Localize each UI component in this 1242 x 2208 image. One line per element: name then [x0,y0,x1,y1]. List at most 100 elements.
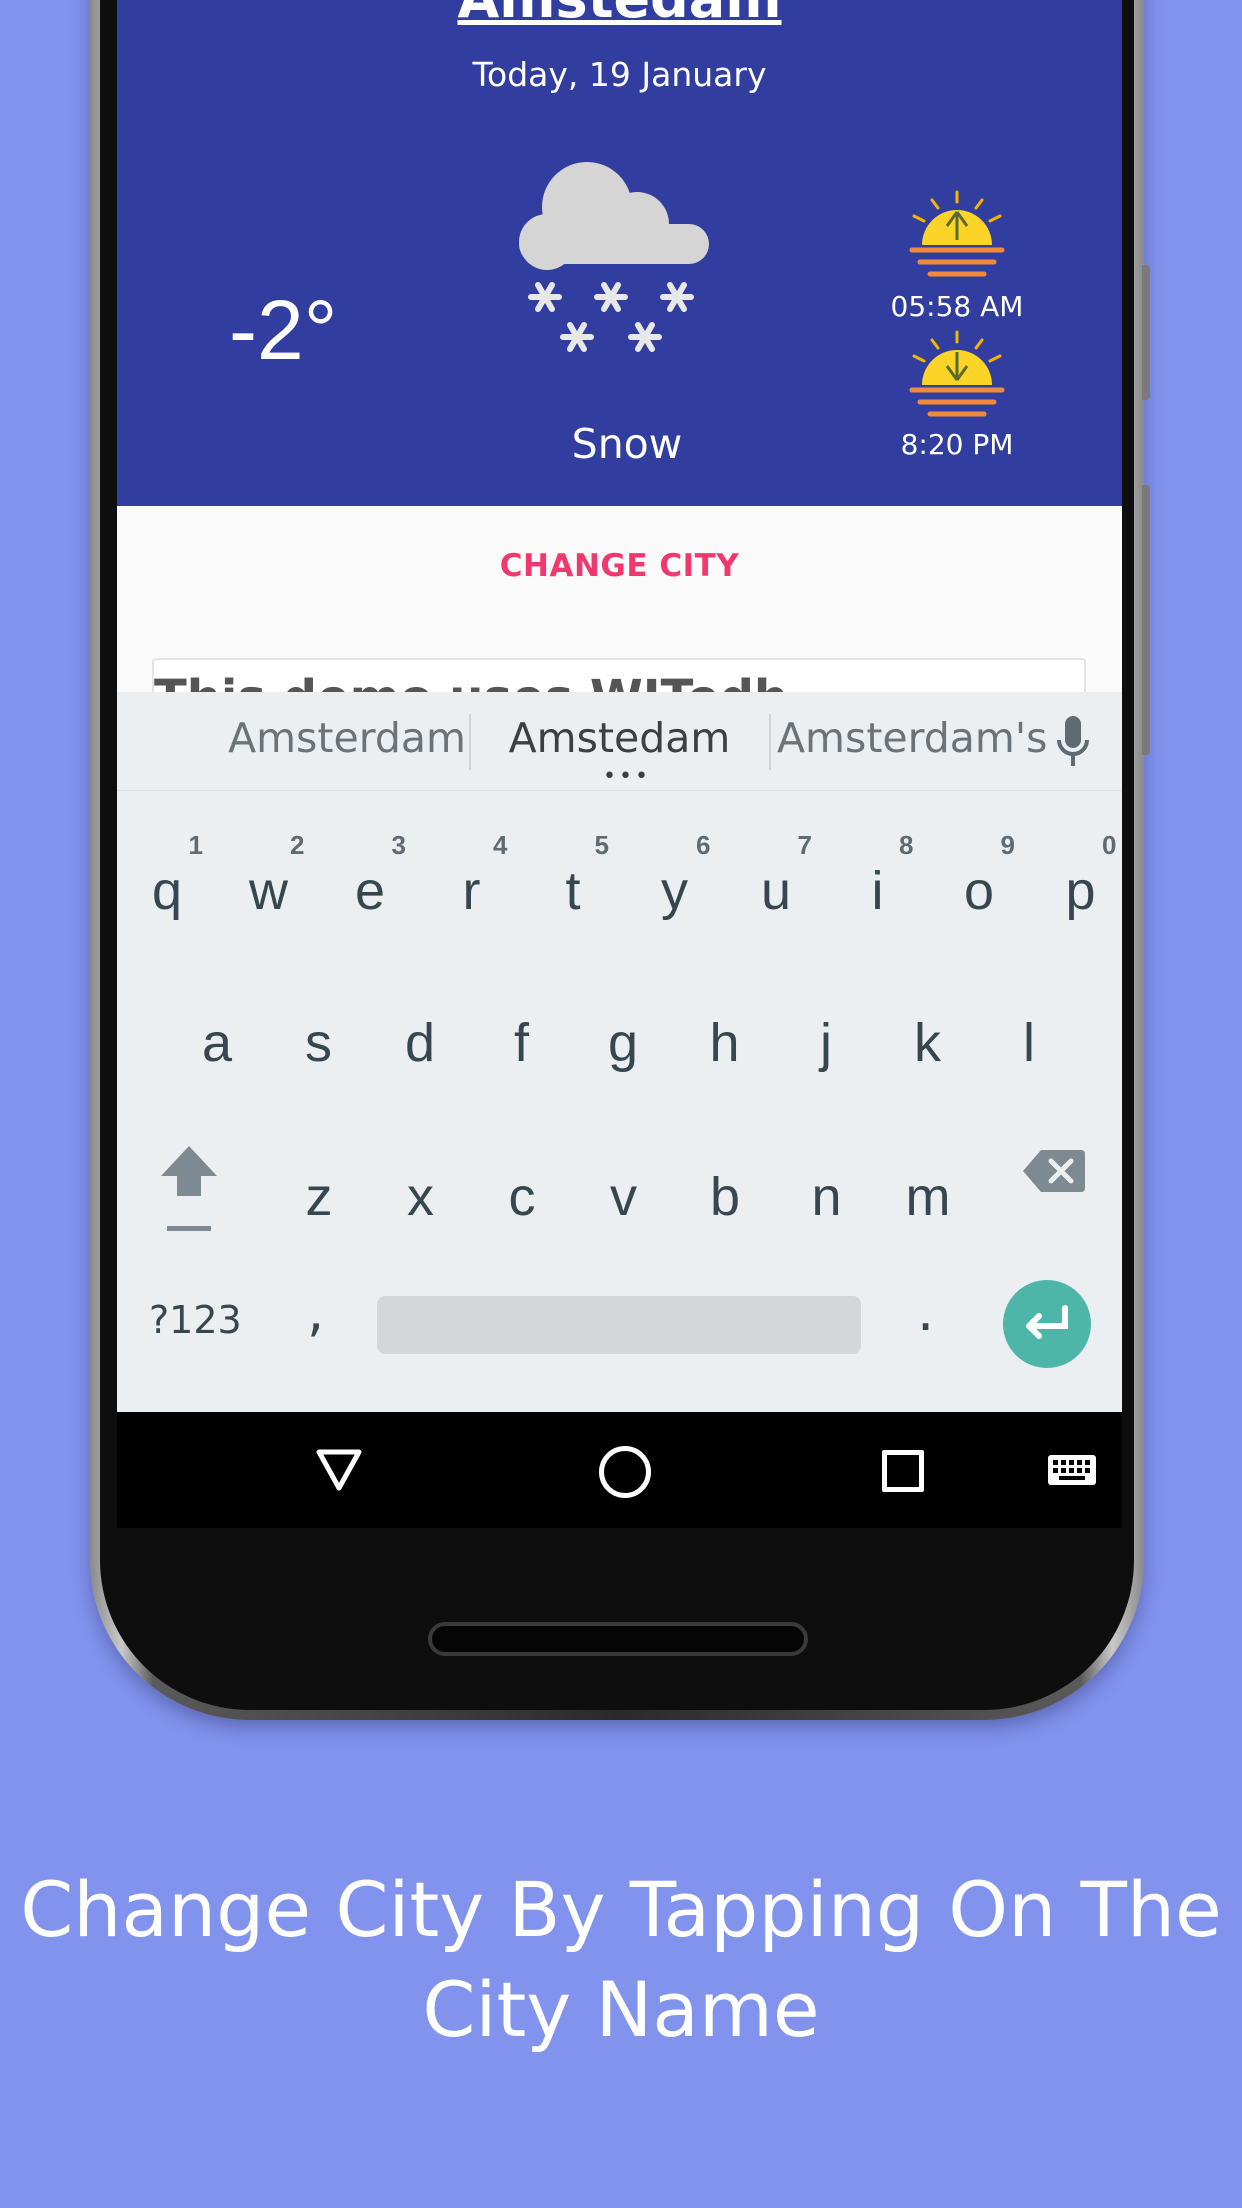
back-icon[interactable] [315,1448,363,1492]
letter-key[interactable]: n [777,1126,877,1256]
key-label: g [607,1013,639,1073]
suggestion-divider [769,714,771,770]
temperature: -2° [229,283,338,377]
microphone-icon[interactable] [1055,714,1091,770]
weather-panel: Amstedam Today, 19 January -2° Snow [117,0,1122,506]
home-icon[interactable] [599,1446,651,1498]
key-label: s [305,1013,332,1073]
caption-line-2: City Name [422,1965,820,2054]
letter-key[interactable]: x [371,1126,471,1256]
change-city-button[interactable]: CHANGE CITY [117,548,1122,584]
sunset-icon [909,330,1005,417]
period-key[interactable]: . [917,1280,934,1343]
volume-button [1142,265,1150,400]
key-number-hint: 4 [493,830,508,860]
key-label: l [1023,1013,1035,1073]
suggestion-3[interactable]: Amsterdam's [777,714,1048,762]
letter-key[interactable]: u7 [726,820,826,950]
shift-icon[interactable] [157,1142,221,1232]
key-label: e [354,861,386,921]
letter-key[interactable]: g [573,972,673,1102]
backspace-icon[interactable] [1023,1148,1085,1194]
letter-key[interactable]: l [979,972,1079,1102]
enter-key[interactable] [1003,1280,1091,1368]
key-label: k [914,1013,941,1073]
key-number-hint: 1 [188,830,203,860]
letter-key[interactable]: v [574,1126,674,1256]
suggestion-bar: Amsterdam Amstedam ••• Amsterdam's [117,692,1122,791]
key-label: z [305,1167,333,1227]
key-number-hint: 5 [594,830,609,860]
suggestion-2[interactable]: Amstedam [487,714,752,762]
key-label: a [201,1013,233,1073]
letter-key[interactable]: h [675,972,775,1102]
letter-key[interactable]: o9 [929,820,1029,950]
city-name[interactable]: Amstedam [117,0,1122,32]
key-label: m [905,1167,951,1227]
letter-key[interactable]: e3 [320,820,420,950]
key-label: w [249,861,288,921]
letter-key[interactable]: f [472,972,572,1102]
symbols-key[interactable]: ?123 [149,1298,242,1342]
key-number-hint: 2 [290,830,305,860]
key-label: x [407,1167,434,1227]
letter-key[interactable]: c [472,1126,572,1256]
key-number-hint: 3 [391,830,406,860]
key-number-hint: 0 [1102,830,1117,860]
key-label: f [513,1013,529,1073]
key-label: y [661,861,688,921]
promo-caption: Change City By Tapping On The City Name [0,1860,1242,2060]
date-label: Today, 19 January [472,55,767,94]
key-label: n [811,1167,842,1227]
phone-speaker [428,1622,808,1656]
key-number-hint: 7 [797,830,812,860]
key-label: v [610,1167,637,1227]
key-label: r [462,861,481,921]
comma-key[interactable]: , [307,1280,324,1343]
letter-key[interactable]: b [675,1126,775,1256]
key-label: h [709,1013,740,1073]
key-label: b [709,1167,741,1227]
navigation-bar [117,1412,1122,1528]
letter-key[interactable]: s [269,972,369,1102]
sunset-time: 8:20 PM [900,428,1014,461]
enter-icon [1026,1305,1068,1339]
key-number-hint: 6 [696,830,711,860]
key-label: c [508,1167,536,1227]
key-label: i [871,861,884,921]
caption-line-1: Change City By Tapping On The [20,1865,1222,1954]
sunrise-icon [909,190,1005,277]
key-number-hint: 9 [1000,830,1015,860]
key-label: u [760,861,792,921]
sunrise-time: 05:58 AM [890,290,1024,323]
letter-key[interactable]: i8 [828,820,928,950]
letter-key[interactable]: r4 [422,820,522,950]
letter-key[interactable]: w2 [219,820,319,950]
letter-key[interactable]: z [269,1126,369,1256]
more-suggestions-dots: ••• [603,764,651,789]
letter-key[interactable]: a [167,972,267,1102]
recent-apps-icon[interactable] [882,1450,924,1492]
letter-key[interactable]: m [878,1126,978,1256]
key-label: q [151,861,183,921]
suggestion-divider [469,714,471,770]
key-label: j [820,1013,832,1073]
key-label: p [1065,861,1096,921]
snow-cloud-icon [519,162,709,352]
key-label: d [404,1013,436,1073]
letter-key[interactable]: d [370,972,470,1102]
key-label: t [565,861,581,921]
key-number-hint: 8 [899,830,914,860]
key-label: o [963,861,995,921]
letter-key[interactable]: y6 [625,820,725,950]
letter-key[interactable]: q1 [117,820,217,950]
space-bar[interactable] [377,1296,861,1354]
suggestion-1[interactable]: Amsterdam [222,714,472,762]
letter-key[interactable]: t5 [523,820,623,950]
letter-key[interactable]: j [776,972,876,1102]
power-button [1142,485,1150,755]
letter-key[interactable]: k [878,972,978,1102]
phone-screen: Amstedam Today, 19 January -2° Snow [117,0,1122,1528]
letter-key[interactable]: p0 [1031,820,1123,950]
keyboard-switch-icon[interactable] [1047,1454,1097,1486]
